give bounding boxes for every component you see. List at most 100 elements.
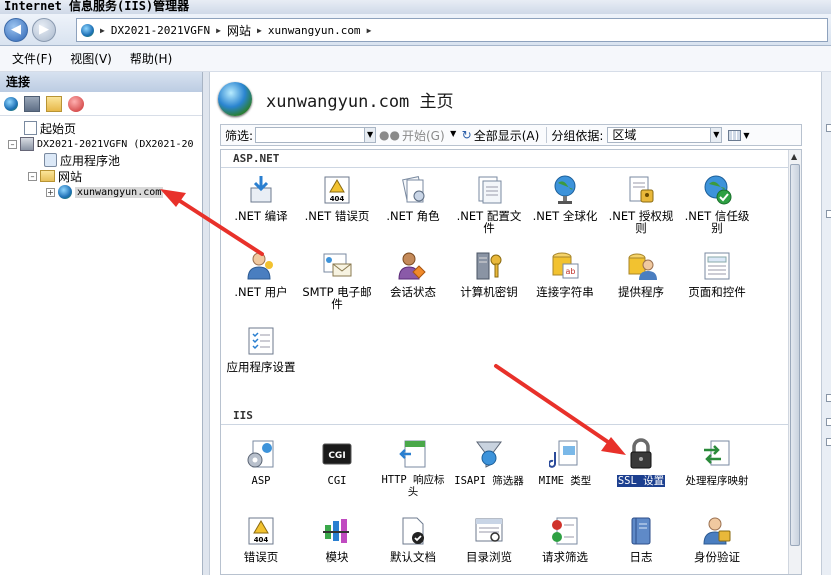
feature-net-error-pages[interactable]: 404 .NET 错误页 [301, 174, 373, 222]
connect-icon[interactable] [4, 96, 18, 111]
collapse-icon[interactable]: – [28, 171, 37, 181]
error-page-404-icon: 404 [245, 515, 277, 547]
connection-string-icon: ab [549, 250, 581, 282]
feature-net-roles[interactable]: .NET 角色 [377, 174, 449, 222]
globe-icon [549, 174, 581, 206]
breadcrumb-sites[interactable]: 网站 [227, 22, 251, 39]
connections-title: 连接 [0, 72, 202, 92]
group-by-label: 分组依据: [551, 128, 604, 143]
filter-dropdown-icon[interactable]: ▼ [365, 127, 377, 143]
feature-request-filtering[interactable]: 请求筛选 [529, 515, 601, 563]
modules-icon [321, 515, 353, 547]
start-dropdown-icon[interactable]: ▼ [448, 127, 459, 143]
website-globe-icon [58, 185, 72, 199]
show-all-button[interactable]: ↻ 全部显示(A) [462, 127, 540, 144]
back-button[interactable]: ◀ [4, 18, 28, 42]
compile-icon [245, 174, 277, 206]
logging-icon [625, 515, 657, 547]
feature-error-pages[interactable]: 404 错误页 [225, 515, 297, 563]
smtp-email-icon [321, 250, 353, 282]
feature-connection-strings[interactable]: ab 连接字符串 [529, 250, 601, 298]
menu-help[interactable]: 帮助(H) [130, 50, 172, 67]
expand-icon[interactable]: + [46, 187, 55, 197]
mime-types-icon [548, 438, 581, 470]
feature-asp[interactable]: ASP [225, 438, 297, 487]
feature-net-authorization[interactable]: .NET 授权规则 [605, 174, 677, 234]
feature-net-trust-levels[interactable]: .NET 信任级别 [681, 174, 753, 234]
action-item-icon[interactable] [826, 438, 831, 446]
start-page-icon [24, 121, 37, 135]
providers-icon [625, 250, 657, 282]
disconnect-icon[interactable] [68, 95, 84, 112]
server-icon [20, 137, 34, 151]
feature-mime-types[interactable]: MIME 类型 [529, 438, 601, 487]
padlock-icon [625, 438, 657, 470]
main-pane: xunwangyun.com 主页 筛选: ▼ ●● 开始(G) ▼ ↻ 全部显… [209, 72, 821, 575]
users-icon [245, 250, 277, 282]
vertical-scrollbar[interactable]: ▲ [788, 150, 801, 574]
feature-net-compilation[interactable]: .NET 编译 [225, 174, 297, 222]
feature-session-state[interactable]: 会话状态 [377, 250, 449, 298]
page-title: xunwangyun.com 主页 [266, 91, 454, 112]
chevron-right-icon: ▶ [216, 25, 221, 35]
tree-app-pools[interactable]: 应用程序池 [44, 152, 120, 168]
feature-handler-mappings[interactable]: 处理程序映射 [681, 438, 753, 487]
separator [546, 127, 548, 143]
tree-sites[interactable]: – 网站 [28, 168, 82, 184]
handler-mappings-icon [701, 438, 733, 470]
action-item-icon[interactable] [826, 210, 831, 218]
response-headers-icon [397, 438, 429, 470]
feature-pages-controls[interactable]: 页面和控件 [681, 250, 753, 298]
feature-net-users[interactable]: .NET 用户 [225, 250, 297, 298]
action-item-icon[interactable] [826, 418, 831, 426]
menu-file[interactable]: 文件(F) [12, 50, 52, 67]
group-by-select[interactable]: 区域 [607, 127, 712, 143]
breadcrumb-server[interactable]: DX2021-2021VGFN [111, 24, 210, 37]
view-dropdown-icon: ▼ [743, 130, 750, 140]
up-folder-icon[interactable] [46, 95, 62, 112]
chevron-right-icon: ▶ [257, 25, 262, 35]
session-state-icon [397, 250, 429, 282]
collapse-icon[interactable]: – [8, 139, 17, 149]
tree-server[interactable]: – DX2021-2021VGFN (DX2021-20 [8, 136, 194, 152]
sites-folder-icon [40, 170, 55, 182]
breadcrumb[interactable]: ▶ DX2021-2021VGFN ▶ 网站 ▶ xunwangyun.com … [76, 18, 828, 42]
feature-authentication[interactable]: 身份验证 [681, 515, 753, 563]
filter-input[interactable] [255, 127, 366, 143]
menu-view[interactable]: 视图(V) [70, 50, 112, 67]
feature-http-response-headers[interactable]: HTTP 响应标头 [377, 438, 449, 498]
feature-machine-key[interactable]: 计算机密钥 [453, 250, 525, 298]
feature-logging[interactable]: 日志 [605, 515, 677, 563]
connections-pane: 连接 起始页 – DX2021-2021VGFN (DX2021-20 应用程序… [0, 72, 203, 575]
start-button[interactable]: ●● 开始(G) [379, 127, 445, 144]
feature-net-globalization[interactable]: .NET 全球化 [529, 174, 601, 222]
chevron-right-icon: ▶ [100, 25, 105, 35]
feature-modules[interactable]: 模块 [301, 515, 373, 563]
feature-smtp-email[interactable]: SMTP 电子邮件 [301, 250, 373, 310]
feature-ssl-settings[interactable]: SSL 设置 [605, 438, 677, 488]
group-by-dropdown-icon[interactable]: ▼ [711, 127, 723, 143]
svg-text:404: 404 [254, 536, 269, 544]
feature-cgi[interactable]: CGI CGI [301, 438, 373, 487]
app-settings-icon [245, 325, 277, 357]
feature-providers[interactable]: 提供程序 [605, 250, 677, 298]
save-icon[interactable] [24, 95, 40, 112]
action-item-icon[interactable] [826, 394, 831, 402]
forward-button[interactable]: ▶ [32, 18, 56, 42]
feature-isapi-filters[interactable]: ISAPI 筛选器 [453, 438, 525, 487]
feature-directory-browsing[interactable]: 目录浏览 [453, 515, 525, 563]
view-mode-button[interactable]: ▼ [728, 129, 750, 141]
scroll-up-icon[interactable]: ▲ [791, 152, 797, 161]
action-item-icon[interactable] [826, 124, 831, 132]
feature-app-settings[interactable]: 应用程序设置 [225, 325, 297, 373]
tree-site-xunwangyun[interactable]: + xunwangyun.com [46, 184, 164, 200]
features-view: ASP.NET .NET 编译 404 .NET 错误页 .NET 角色 .NE… [220, 149, 802, 575]
filter-bar: 筛选: ▼ ●● 开始(G) ▼ ↻ 全部显示(A) 分组依据: 区域 ▼ ▼ [220, 124, 802, 146]
feature-net-profile[interactable]: .NET 配置文件 [453, 174, 525, 234]
filter-label: 筛选: [225, 128, 254, 143]
breadcrumb-site[interactable]: xunwangyun.com [268, 24, 361, 37]
tree-start-page[interactable]: 起始页 [24, 120, 76, 136]
asp-icon [245, 438, 277, 470]
scrollbar-thumb[interactable] [790, 164, 800, 546]
feature-default-document[interactable]: 默认文档 [377, 515, 449, 563]
